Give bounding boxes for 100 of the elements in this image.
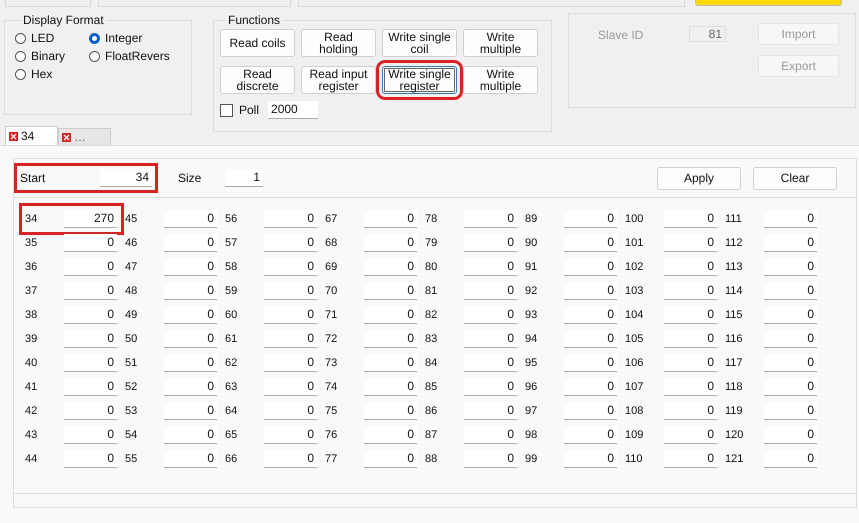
register-value-field[interactable]: 0 (664, 450, 717, 468)
register-value-field[interactable]: 0 (264, 234, 317, 252)
start-field[interactable]: 34 (100, 169, 152, 187)
register-value-field[interactable]: 0 (764, 378, 817, 396)
register-value-field[interactable]: 0 (164, 426, 217, 444)
register-value-field[interactable]: 0 (64, 354, 117, 372)
register-value-field[interactable]: 0 (564, 330, 617, 348)
register-value-field[interactable]: 0 (764, 450, 817, 468)
function-button[interactable]: Write single coil (382, 29, 457, 57)
function-button[interactable]: Read discrete (220, 66, 295, 94)
register-value-field[interactable]: 0 (664, 378, 717, 396)
register-value-field[interactable]: 0 (664, 282, 717, 300)
radio-option[interactable]: Hex (15, 67, 89, 81)
register-value-field[interactable]: 0 (564, 426, 617, 444)
register-value-field[interactable]: 0 (664, 234, 717, 252)
register-value-field[interactable]: 0 (764, 354, 817, 372)
register-value-field[interactable]: 0 (364, 426, 417, 444)
register-value-field[interactable]: 0 (164, 234, 217, 252)
radio-icon[interactable] (15, 32, 26, 44)
register-value-field[interactable]: 0 (764, 282, 817, 300)
register-value-field[interactable]: 0 (464, 330, 517, 348)
register-value-field[interactable]: 0 (464, 306, 517, 324)
register-value-field[interactable]: 0 (564, 282, 617, 300)
register-value-field[interactable]: 0 (64, 330, 117, 348)
interval-field[interactable]: 2000 (268, 101, 318, 119)
function-button[interactable]: Read input register (301, 66, 376, 94)
tab-label[interactable]: 34 (21, 129, 34, 143)
register-value-field[interactable]: 0 (464, 354, 517, 372)
function-button[interactable]: Read holding (301, 29, 376, 57)
register-value-field[interactable]: 0 (464, 426, 517, 444)
radio-option[interactable]: FloatRevers (89, 49, 181, 63)
register-value-field[interactable]: 0 (464, 234, 517, 252)
register-value-field[interactable]: 0 (264, 426, 317, 444)
register-value-field[interactable]: 0 (664, 426, 717, 444)
slave-id-field[interactable]: 81 (689, 26, 726, 42)
register-value-field[interactable]: 0 (664, 402, 717, 420)
register-value-field[interactable]: 0 (164, 210, 217, 228)
radio-icon[interactable] (89, 50, 100, 62)
radio-icon[interactable] (89, 32, 100, 44)
register-value-field[interactable]: 0 (264, 402, 317, 420)
register-value-field[interactable]: 0 (264, 282, 317, 300)
register-value-field[interactable]: 0 (264, 210, 317, 228)
tab-label[interactable]: … (74, 130, 86, 144)
register-value-field[interactable]: 0 (764, 402, 817, 420)
register-value-field[interactable]: 0 (164, 282, 217, 300)
register-value-field[interactable]: 0 (164, 258, 217, 276)
register-value-field[interactable]: 0 (464, 402, 517, 420)
register-value-field[interactable]: 0 (164, 354, 217, 372)
function-button[interactable]: Write multiple (463, 29, 538, 57)
register-value-field[interactable]: 0 (64, 258, 117, 276)
register-value-field[interactable]: 270 (64, 210, 117, 228)
register-value-field[interactable]: 0 (264, 378, 317, 396)
register-value-field[interactable]: 0 (764, 306, 817, 324)
register-value-field[interactable]: 0 (564, 450, 617, 468)
close-icon[interactable] (9, 132, 18, 140)
register-value-field[interactable]: 0 (664, 354, 717, 372)
size-field[interactable]: 1 (225, 169, 263, 187)
register-value-field[interactable]: 0 (264, 258, 317, 276)
register-value-field[interactable]: 0 (64, 234, 117, 252)
register-value-field[interactable]: 0 (264, 450, 317, 468)
register-value-field[interactable]: 0 (564, 354, 617, 372)
register-value-field[interactable]: 0 (364, 282, 417, 300)
register-value-field[interactable]: 0 (464, 282, 517, 300)
action-button[interactable]: Clear (753, 166, 837, 190)
register-value-field[interactable]: 0 (764, 330, 817, 348)
action-button[interactable]: Apply (657, 166, 741, 190)
register-value-field[interactable]: 0 (564, 306, 617, 324)
register-value-field[interactable]: 0 (564, 210, 617, 228)
register-value-field[interactable]: 0 (64, 378, 117, 396)
register-value-field[interactable]: 0 (664, 210, 717, 228)
register-value-field[interactable]: 0 (564, 258, 617, 276)
register-value-field[interactable]: 0 (364, 402, 417, 420)
register-value-field[interactable]: 0 (764, 234, 817, 252)
radio-icon[interactable] (15, 68, 26, 80)
register-value-field[interactable]: 0 (164, 378, 217, 396)
close-icon[interactable] (62, 132, 71, 142)
register-value-field[interactable]: 0 (364, 330, 417, 348)
register-value-field[interactable]: 0 (64, 426, 117, 444)
radio-option[interactable]: LED (15, 31, 89, 45)
register-value-field[interactable]: 0 (564, 234, 617, 252)
register-value-field[interactable]: 0 (364, 258, 417, 276)
register-value-field[interactable]: 0 (64, 402, 117, 420)
radio-icon[interactable] (15, 50, 26, 62)
register-value-field[interactable]: 0 (464, 450, 517, 468)
register-value-field[interactable]: 0 (664, 330, 717, 348)
register-value-field[interactable]: 0 (564, 402, 617, 420)
register-value-field[interactable]: 0 (64, 306, 117, 324)
register-value-field[interactable]: 0 (364, 306, 417, 324)
function-button[interactable]: Read coils (220, 29, 295, 57)
register-value-field[interactable]: 0 (164, 450, 217, 468)
tab[interactable]: 34 (5, 126, 58, 145)
register-value-field[interactable]: 0 (64, 450, 117, 468)
checkbox[interactable] (220, 104, 233, 116)
register-value-field[interactable]: 0 (64, 282, 117, 300)
function-button[interactable]: Write multiple (463, 66, 538, 94)
register-value-field[interactable]: 0 (364, 234, 417, 252)
register-value-field[interactable]: 0 (664, 306, 717, 324)
register-value-field[interactable]: 0 (564, 378, 617, 396)
tab[interactable]: … (58, 128, 111, 145)
register-value-field[interactable]: 0 (164, 306, 217, 324)
